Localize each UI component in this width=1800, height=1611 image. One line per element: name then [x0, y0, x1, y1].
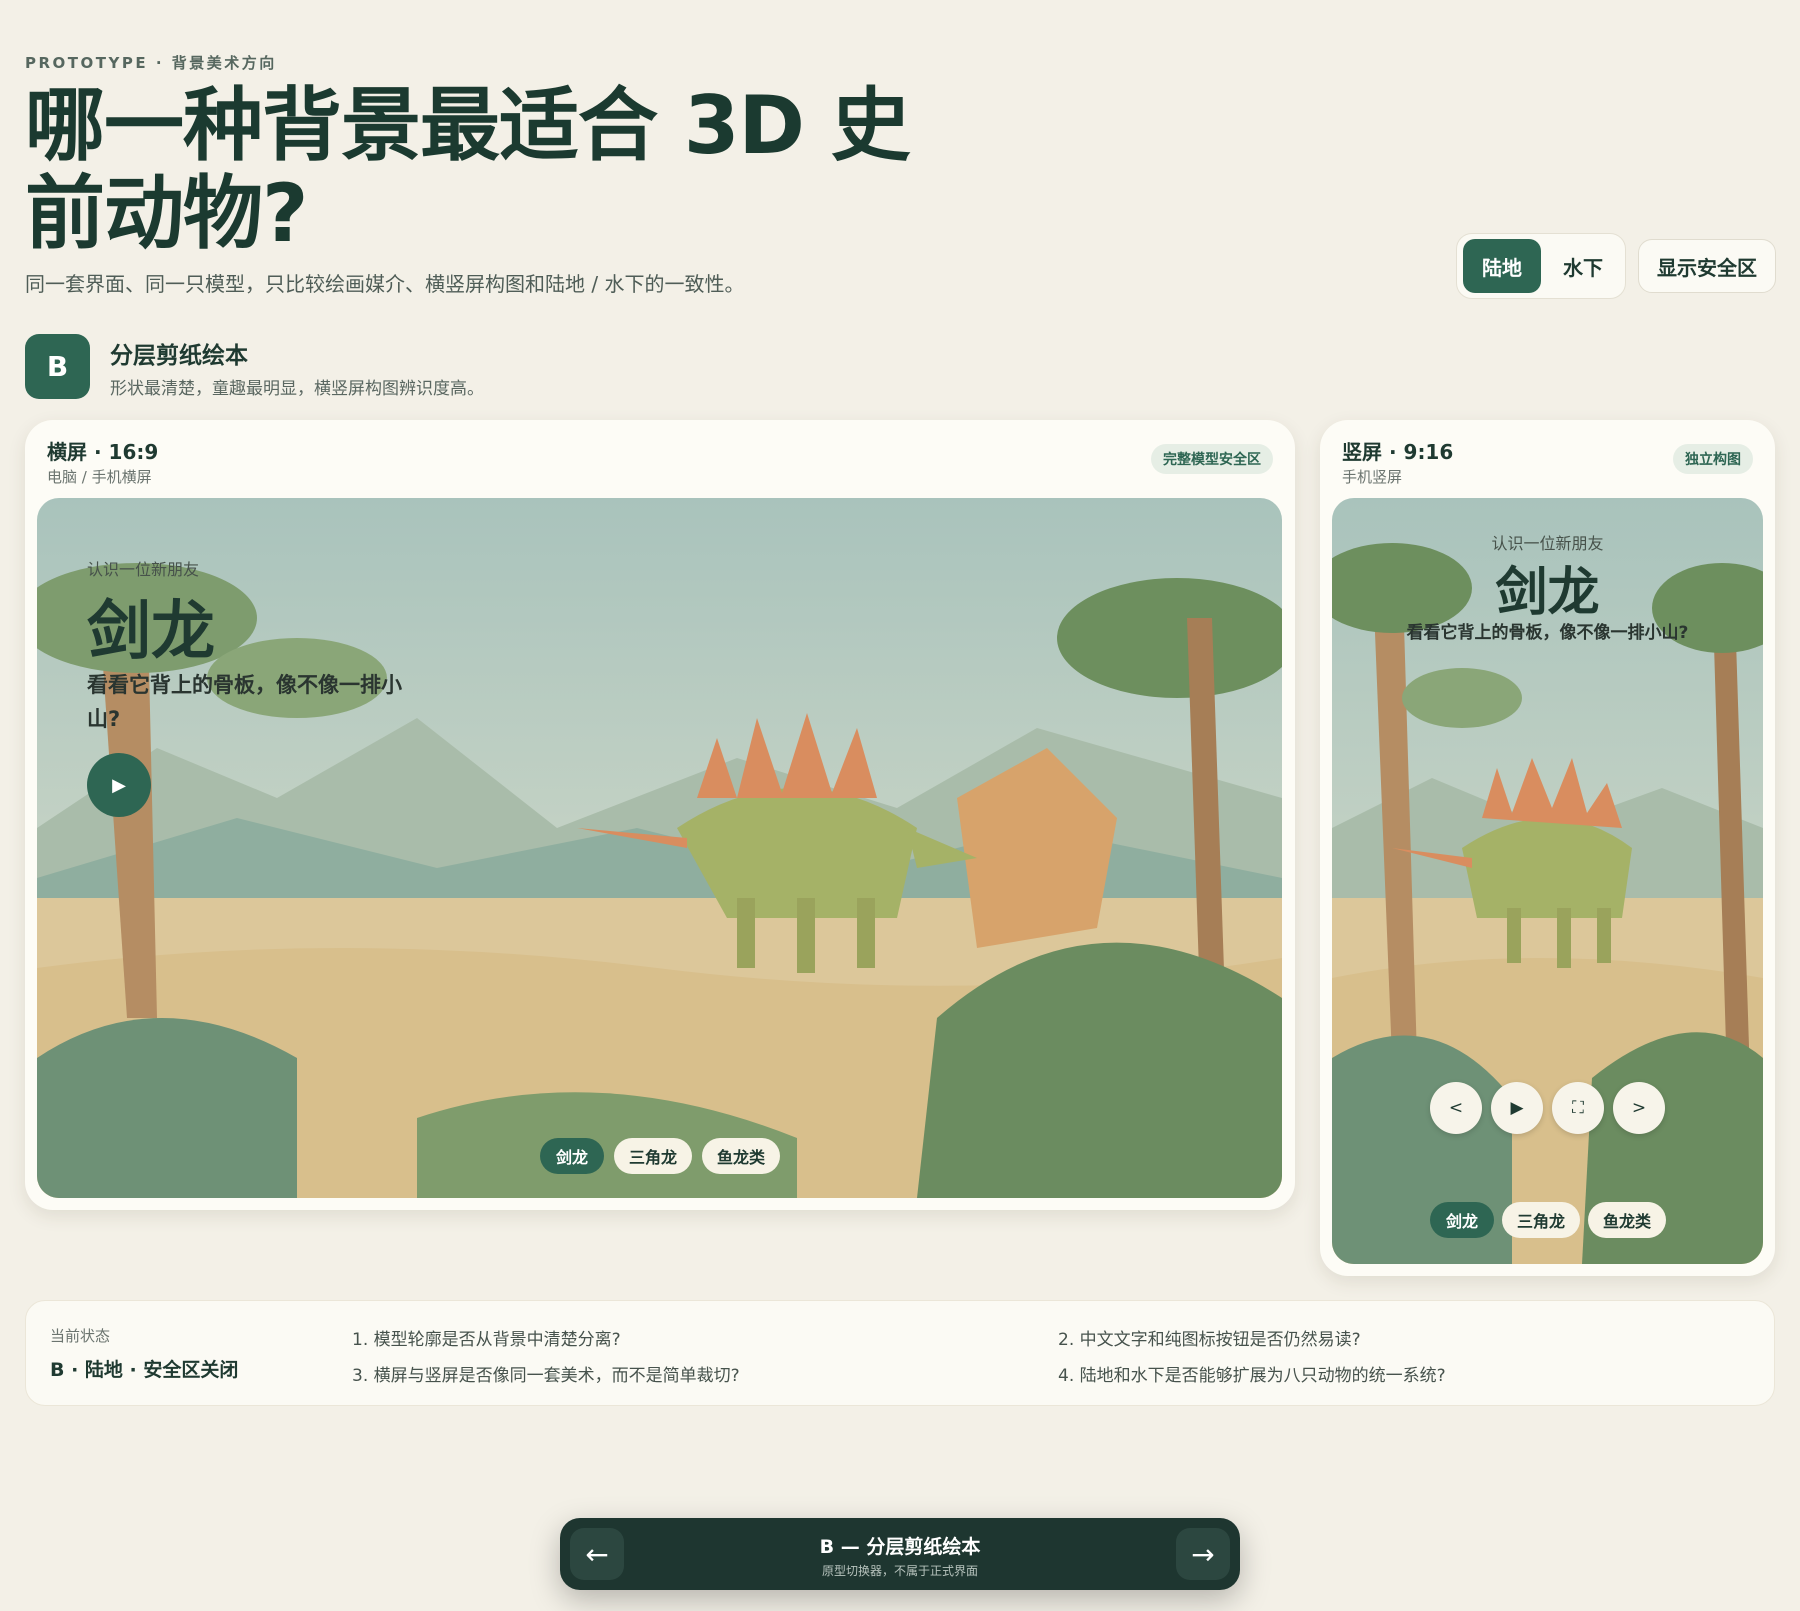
arrow-right-icon: → [1191, 1537, 1215, 1571]
chevron-left-icon: < [1448, 1098, 1464, 1118]
portrait-question: 看看它背上的骨板，像不像一排小山? [1406, 623, 1689, 643]
next-button[interactable]: > [1613, 1082, 1665, 1134]
landscape-card: 横屏 · 16:9 电脑 / 手机横屏 完整模型安全区 认识一位新朋友 剑龙 看… [25, 420, 1295, 1210]
fullscreen-button[interactable]: ⛶ [1552, 1082, 1604, 1134]
question-4: 4. 陆地和水下是否能够扩展为八只动物的统一系统? [1058, 1366, 1446, 1386]
portrait-card: 竖屏 · 9:16 手机竖屏 独立构图 认识一位新朋友 剑龙 看看它背上的骨板，… [1320, 420, 1775, 1276]
next-variant-button[interactable]: → [1176, 1528, 1230, 1580]
landscape-background-illustration [37, 498, 1282, 1198]
landscape-title: 横屏 · 16:9 [47, 440, 159, 464]
portrait-scene: 认识一位新朋友 剑龙 看看它背上的骨板，像不像一排小山? < ▶ ⛶ > 剑龙 … [1332, 498, 1763, 1264]
variant-name: 分层剪纸绘本 [110, 343, 248, 369]
tab-land[interactable]: 陆地 [1463, 239, 1541, 293]
portrait-dino-name: 剑龙 [1495, 563, 1600, 623]
prev-button[interactable]: < [1430, 1082, 1482, 1134]
animal-tab-triceratops-portrait[interactable]: 三角龙 [1502, 1202, 1580, 1238]
independent-composition-chip: 独立构图 [1673, 444, 1753, 474]
switcher-title: B — 分层剪纸绘本 [819, 1536, 981, 1558]
environment-toggle: 陆地 水下 [1456, 233, 1626, 299]
prototype-switcher: ← B — 分层剪纸绘本 原型切换器，不属于正式界面 → [560, 1518, 1240, 1590]
chevron-right-icon: > [1631, 1098, 1647, 1118]
status-label: 当前状态 [50, 1327, 111, 1345]
portrait-sub: 手机竖屏 [1342, 468, 1403, 486]
eyebrow: PROTOTYPE · 背景美术方向 [25, 54, 277, 72]
question-3: 3. 横屏与竖屏是否像同一套美术，而不是简单裁切? [352, 1366, 740, 1386]
fullscreen-icon: ⛶ [1572, 1098, 1584, 1118]
question-1: 1. 模型轮廓是否从背景中清楚分离? [352, 1330, 621, 1350]
page-title: 哪一种背景最适合 3D 史前动物? [25, 79, 911, 260]
status-value: B · 陆地 · 安全区关闭 [50, 1359, 239, 1381]
play-button[interactable]: ▶ [87, 753, 151, 817]
variant-badge: B [25, 334, 90, 399]
animal-tab-ichthyosaur-portrait[interactable]: 鱼龙类 [1588, 1202, 1666, 1238]
landscape-kicker: 认识一位新朋友 [87, 560, 200, 579]
animal-tab-stegosaurus[interactable]: 剑龙 [540, 1138, 604, 1174]
landscape-sub: 电脑 / 手机横屏 [47, 468, 152, 486]
landscape-dino-name: 剑龙 [87, 595, 215, 669]
tab-underwater[interactable]: 水下 [1547, 239, 1619, 293]
switcher-sub: 原型切换器，不属于正式界面 [821, 1564, 978, 1578]
show-safe-zone-button[interactable]: 显示安全区 [1638, 239, 1776, 293]
portrait-title: 竖屏 · 9:16 [1342, 440, 1454, 464]
animal-tab-stegosaurus-portrait[interactable]: 剑龙 [1430, 1202, 1494, 1238]
question-2: 2. 中文文字和纯图标按钮是否仍然易读? [1058, 1330, 1361, 1350]
play-icon: ▶ [112, 774, 126, 796]
animal-tab-triceratops[interactable]: 三角龙 [614, 1138, 692, 1174]
play-button-portrait[interactable]: ▶ [1491, 1082, 1543, 1134]
status-panel: 当前状态 B · 陆地 · 安全区关闭 1. 模型轮廓是否从背景中清楚分离? 2… [25, 1300, 1775, 1406]
page-subtitle: 同一套界面、同一只模型，只比较绘画媒介、横竖屏构图和陆地 / 水下的一致性。 [25, 272, 745, 296]
variant-desc: 形状最清楚，童趣最明显，横竖屏构图辨识度高。 [110, 379, 484, 399]
safe-zone-chip: 完整模型安全区 [1151, 444, 1273, 474]
play-icon: ▶ [1510, 1098, 1524, 1118]
landscape-scene: 认识一位新朋友 剑龙 看看它背上的骨板，像不像一排小山? ▶ 剑龙 三角龙 鱼龙… [37, 498, 1282, 1198]
landscape-question: 看看它背上的骨板，像不像一排小山? [87, 673, 402, 731]
animal-tab-ichthyosaur[interactable]: 鱼龙类 [702, 1138, 780, 1174]
